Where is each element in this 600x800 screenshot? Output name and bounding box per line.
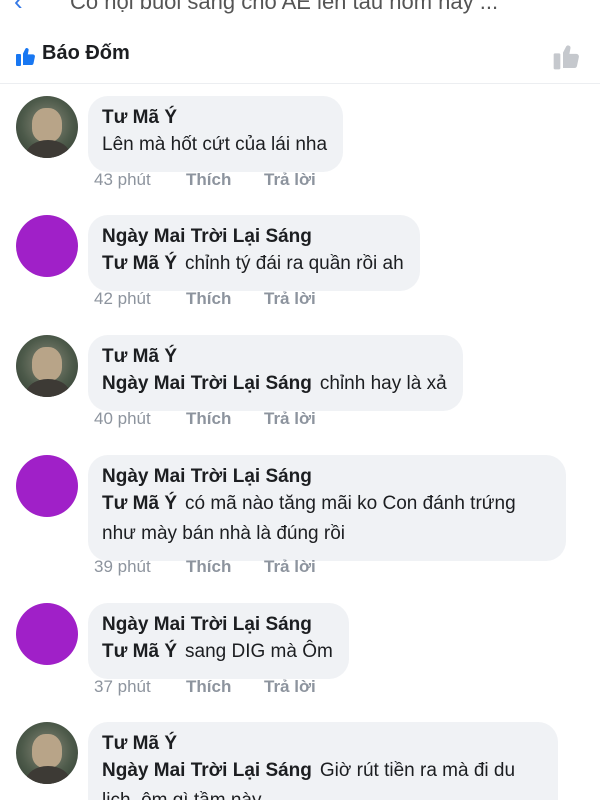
comment-author[interactable]: Tư Mã Ý <box>102 106 327 130</box>
avatar[interactable] <box>16 455 78 517</box>
mention-tag[interactable]: Ngày Mai Trời Lại Sáng <box>102 373 312 394</box>
comment-meta: 37 phút Thích Trả lời <box>94 677 316 697</box>
comment-meta: 43 phút Thích Trả lời <box>94 170 316 190</box>
comment-text: Tư Mã Ýchỉnh tý đái ra quần rồi ah <box>102 253 404 274</box>
like-link[interactable]: Thích <box>186 170 264 190</box>
comment-text: Tư Mã Ýsang DIG mà Ôm <box>102 641 333 662</box>
reply-link[interactable]: Trả lời <box>264 677 316 697</box>
comment-time: 37 phút <box>94 677 151 696</box>
comment-time: 40 phút <box>94 409 151 428</box>
post-title: Cổ hội buổi sáng cho AE lên tàu hôm nay … <box>70 0 499 14</box>
mention-tag[interactable]: Ngày Mai Trời Lại Sáng <box>102 760 312 781</box>
comment-bubble[interactable]: Ngày Mai Trời Lại Sáng Tư Mã Ýsang DIG m… <box>88 603 349 679</box>
comment-time: 43 phút <box>94 170 151 189</box>
reactor-name[interactable]: Báo Đốm <box>42 42 130 65</box>
comment-author[interactable]: Tư Mã Ý <box>102 732 542 756</box>
comment-time: 42 phút <box>94 289 151 308</box>
mention-tag[interactable]: Tư Mã Ý <box>102 253 177 274</box>
comment-author[interactable]: Tư Mã Ý <box>102 345 447 369</box>
comment-author[interactable]: Ngày Mai Trời Lại Sáng <box>102 225 404 249</box>
comment-meta: 40 phút Thích Trả lời <box>94 409 316 429</box>
like-link[interactable]: Thích <box>186 409 264 429</box>
avatar[interactable] <box>16 722 78 784</box>
comment-text: Lên mà hốt cứt của lái nha <box>102 134 328 155</box>
reply-link[interactable]: Trả lời <box>264 557 316 577</box>
like-link[interactable]: Thích <box>186 677 264 697</box>
reply-link[interactable]: Trả lời <box>264 170 316 190</box>
comment-bubble[interactable]: Tư Mã Ý Ngày Mai Trời Lại Sáng chỉnh hay … <box>88 335 463 411</box>
comment-text: Tư Mã Ýcó mã nào tăng mãi ko Con đánh tr… <box>102 493 516 544</box>
top-bar: ‹ Cổ hội buổi sáng cho AE lên tàu hôm na… <box>0 0 600 20</box>
comment-meta: 42 phút Thích Trả lời <box>94 289 316 309</box>
comment-time: 39 phút <box>94 557 151 576</box>
comment-text: Ngày Mai Trời Lại Sáng chỉnh hay là xả <box>102 373 447 394</box>
avatar[interactable] <box>16 215 78 277</box>
like-outline-icon[interactable] <box>550 40 584 72</box>
comment-text: Ngày Mai Trời Lại Sáng Giờ rút tiền ra mà… <box>102 760 516 800</box>
chevron-left-icon[interactable]: ‹ <box>14 0 23 17</box>
reply-link[interactable]: Trả lời <box>264 289 316 309</box>
reply-link[interactable]: Trả lời <box>264 409 316 429</box>
like-link[interactable]: Thích <box>186 557 264 577</box>
avatar[interactable] <box>16 335 78 397</box>
comment-bubble[interactable]: Tư Mã Ý Lên mà hốt cứt của lái nha <box>88 96 344 172</box>
like-thumb-icon <box>16 48 35 66</box>
avatar[interactable] <box>16 96 78 158</box>
like-link[interactable]: Thích <box>186 289 264 309</box>
mention-tag[interactable]: Tư Mã Ý <box>102 493 177 514</box>
comment-author[interactable]: Ngày Mai Trời Lại Sáng <box>102 613 333 637</box>
reactions-row[interactable]: Báo Đốm <box>0 30 600 84</box>
avatar[interactable] <box>16 603 78 665</box>
comment-bubble[interactable]: Tư Mã Ý Ngày Mai Trời Lại Sáng Giờ rút ti… <box>88 722 558 800</box>
comment-author[interactable]: Ngày Mai Trời Lại Sáng <box>102 465 550 489</box>
comment-bubble[interactable]: Ngày Mai Trời Lại Sáng Tư Mã Ýchỉnh tý đ… <box>88 215 420 291</box>
comment-bubble[interactable]: Ngày Mai Trời Lại Sáng Tư Mã Ýcó mã nào … <box>88 455 566 561</box>
mention-tag[interactable]: Tư Mã Ý <box>102 641 177 662</box>
comment-meta: 39 phút Thích Trả lời <box>94 557 316 577</box>
